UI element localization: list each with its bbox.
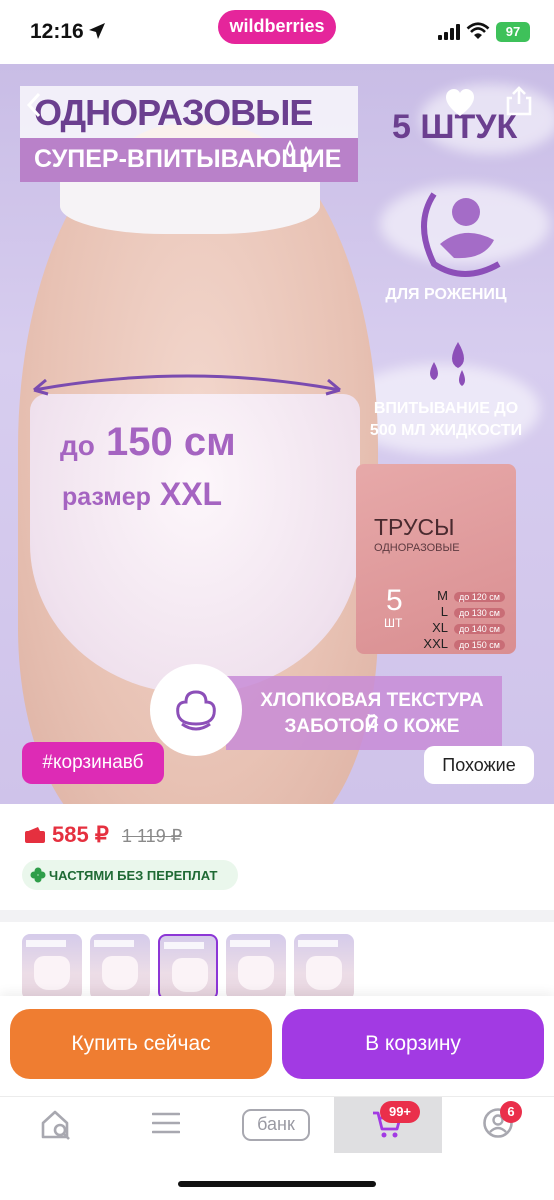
wifi-icon (466, 22, 490, 39)
package-photo: ТРУСЫ ОДНОРАЗОВЫЕ 5 ШТ Mдо 120 см Lдо 13… (356, 464, 516, 654)
feature-absorb-line2: 500 МЛ ЖИДКОСТИ (369, 422, 523, 439)
menu-icon (152, 1112, 180, 1134)
thumbnail-strip (22, 934, 542, 1004)
cart-badge: 99+ (380, 1101, 420, 1123)
headline-banner: ОДНОРАЗОВЫЕ ТРУСЫ (20, 86, 358, 175)
clock: 12:16 (30, 20, 84, 43)
buy-now-button[interactable]: Купить сейчас (10, 1009, 272, 1079)
size-range: до 150 см (454, 640, 505, 650)
cotton-line2: ЗАБОТОЙ О КОЖЕ (284, 716, 460, 737)
package-subtitle: ОДНОРАЗОВЫЕ (374, 542, 460, 554)
product-image-carousel[interactable]: ОДНОРАЗОВЫЕ ТРУСЫ СУПЕР-ВПИТЫВАЮЩИЕ 5 ШТ… (0, 64, 554, 804)
home-indicator (178, 1181, 376, 1187)
size-code: XXL (423, 636, 448, 651)
package-size-row: XL до 140 см (422, 620, 506, 635)
size-name: XXL (159, 476, 223, 512)
location-arrow-icon (89, 23, 105, 39)
thumbnail[interactable] (90, 934, 150, 1000)
feature-absorb-line1: ВПИТЫВАНИЕ ДО (373, 400, 519, 417)
purchase-actions: Купить сейчас В корзину (0, 996, 554, 1096)
package-size-row: XXL до 150 см (422, 636, 506, 651)
size-name-label: размер XXL (62, 476, 222, 513)
cotton-banner: ХЛОПКОВАЯ ТЕКСТУРА С ЗАБОТОЙ О КОЖЕ (226, 676, 502, 750)
status-bar: 12:16 wildberries 97 (0, 0, 554, 64)
drops-icon (286, 140, 311, 166)
battery-indicator: 97 (496, 22, 530, 42)
size-value: 150 см (106, 420, 236, 464)
wallet-icon (25, 827, 45, 843)
cotton-badge (150, 664, 242, 756)
size-code: XL (432, 620, 448, 635)
similar-button[interactable]: Похожие (424, 746, 534, 784)
measure-arrow-icon (33, 374, 341, 396)
absorb-drops-icon (430, 342, 465, 386)
tab-bank[interactable]: банк (242, 1109, 310, 1141)
old-price: 1 119 ₽ (122, 826, 183, 846)
add-to-cart-button[interactable]: В корзину (282, 1009, 544, 1079)
home-search-icon (41, 1110, 70, 1140)
mother-baby-icon (421, 192, 501, 277)
clover-icon (30, 867, 46, 883)
tab-home[interactable] (22, 1097, 90, 1153)
hashtag-button[interactable]: #корзинавб (22, 742, 164, 784)
section-divider (0, 910, 554, 922)
size-range: до 130 см (454, 608, 505, 618)
package-size-row: Lдо 130 см (422, 604, 506, 619)
package-unit: ШТ (384, 616, 403, 630)
signal-icon (438, 24, 460, 40)
thumbnail[interactable] (226, 934, 286, 1000)
thumbnail[interactable] (294, 934, 354, 1000)
cotton-icon (176, 690, 216, 731)
thumbnail[interactable] (22, 934, 82, 1000)
current-price: 585 ₽ (52, 822, 109, 847)
feature-mothers: ДЛЯ РОЖЕНИЦ (385, 286, 507, 303)
waist-size-label: до 150 см (60, 420, 236, 465)
favorite-heart-icon[interactable] (444, 88, 476, 118)
installments-label: ЧАСТЯМИ БЕЗ ПЕРЕПЛАТ (49, 868, 218, 883)
tab-profile[interactable]: 6 (472, 1097, 532, 1153)
feature-absorb: ВПИТЫВАНИЕ ДО 500 МЛ ЖИДКОСТИ (356, 398, 536, 442)
size-range: до 120 см (454, 592, 505, 602)
size-prefix: до (60, 430, 95, 461)
brand-logo: wildberries (218, 10, 336, 44)
size-range: до 140 см (454, 624, 505, 634)
back-arrow-icon[interactable] (26, 92, 42, 118)
package-title: ТРУСЫ (374, 514, 455, 540)
size-code: M (437, 588, 448, 603)
tab-cart[interactable]: 99+ (334, 1097, 442, 1153)
tab-catalog[interactable] (132, 1097, 200, 1153)
size-label: размер (62, 483, 151, 511)
share-icon[interactable] (506, 86, 532, 116)
installments-badge[interactable]: ЧАСТЯМИ БЕЗ ПЕРЕПЛАТ (22, 860, 238, 890)
size-code: L (440, 604, 448, 619)
package-size-row: Mдо 120 см (422, 588, 506, 603)
thumbnail-selected[interactable] (158, 934, 218, 1000)
profile-badge: 6 (500, 1101, 522, 1123)
package-count: 5 (386, 584, 403, 617)
